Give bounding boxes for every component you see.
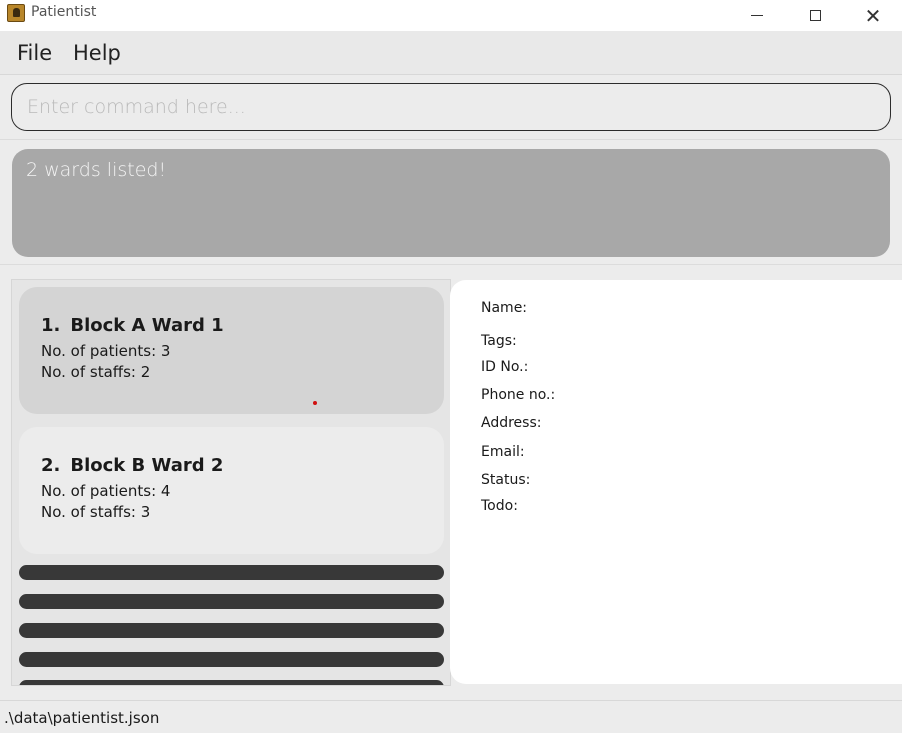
minimize-icon [751, 15, 763, 16]
result-display-area: 2 wards listed! [0, 141, 902, 265]
result-message: 2 wards listed! [12, 149, 890, 257]
command-input[interactable] [11, 83, 891, 131]
patient-detail-panel: Name: Tags: ID No.: Phone no.: Address: … [450, 280, 902, 684]
maximize-icon [809, 10, 821, 21]
ward-index: 1. [41, 315, 61, 336]
ward-staffs: No. of staffs: 2 [41, 363, 151, 381]
detail-id-label: ID No.: [481, 359, 529, 375]
ward-staffs: No. of staffs: 3 [41, 503, 151, 521]
ward-list-panel[interactable]: 1. Block A Ward 1 No. of patients: 3 No. … [11, 279, 451, 686]
cursor-dot [313, 401, 317, 405]
empty-list-bar [19, 565, 444, 580]
ward-card[interactable]: 2. Block B Ward 2 No. of patients: 4 No. … [19, 427, 444, 554]
menu-help[interactable]: Help [73, 41, 121, 65]
empty-list-bar [19, 594, 444, 609]
close-button[interactable]: ✕ [844, 0, 902, 31]
window-title: Patientist [31, 4, 97, 20]
save-file-path: .\data\patientist.json [4, 709, 160, 727]
detail-email-label: Email: [481, 444, 525, 460]
detail-tags-label: Tags: [481, 333, 517, 349]
app-icon [7, 4, 25, 22]
empty-list-bar [19, 652, 444, 667]
detail-address-label: Address: [481, 415, 542, 431]
menu-file[interactable]: File [17, 41, 52, 65]
ward-patients: No. of patients: 4 [41, 482, 171, 500]
maximize-button[interactable] [786, 0, 844, 31]
detail-status-label: Status: [481, 472, 531, 488]
detail-todo-label: Todo: [481, 498, 518, 514]
minimize-button[interactable] [728, 0, 786, 31]
ward-title: 2. Block B Ward 2 [41, 455, 422, 476]
empty-list-bar [19, 623, 444, 638]
ward-patients: No. of patients: 3 [41, 342, 171, 360]
title-bar: Patientist ✕ [0, 0, 902, 31]
ward-name: Block B Ward 2 [70, 455, 224, 476]
ward-card[interactable]: 1. Block A Ward 1 No. of patients: 3 No. … [19, 287, 444, 414]
ward-index: 2. [41, 455, 61, 476]
command-box-area [0, 76, 902, 140]
close-icon: ✕ [864, 3, 882, 28]
menu-bar: File Help [0, 31, 902, 75]
detail-phone-label: Phone no.: [481, 387, 556, 403]
status-bar: .\data\patientist.json [0, 700, 902, 733]
detail-name-label: Name: [481, 300, 528, 316]
ward-name: Block A Ward 1 [70, 315, 224, 336]
empty-list-bar [19, 680, 444, 685]
ward-title: 1. Block A Ward 1 [41, 315, 422, 336]
